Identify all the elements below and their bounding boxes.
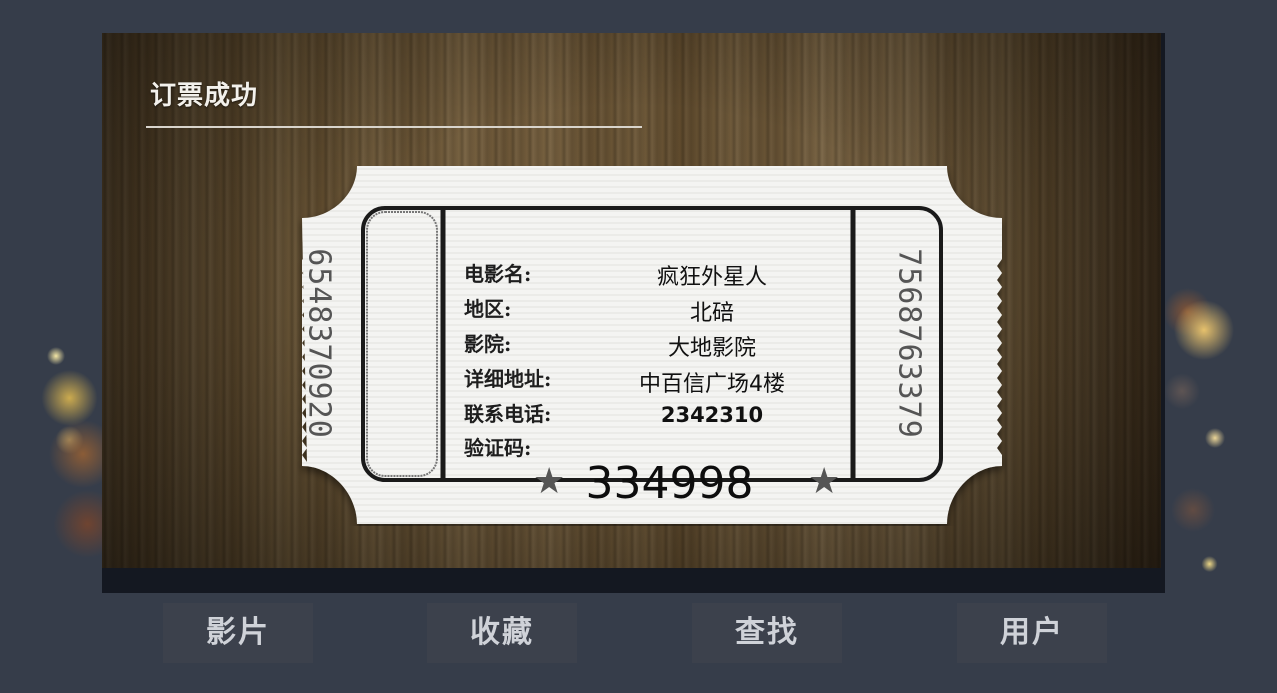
verification-code-value: 334998 [585,458,754,509]
movie-ticket: 6548370920 7568763379 电影名: 地区: 影院: 详细地址:… [297,166,1007,526]
booking-success-panel: 订票成功 6548370920 7568763379 电影名: 地区: 影院: [102,33,1165,593]
verification-code-label: 验证码: [464,436,532,460]
phone-label: 联系电话: [464,402,552,426]
movie-value: 疯狂外星人 [656,265,767,290]
ticket-stub-number-left: 6548370920 [301,248,337,439]
cinema-value: 大地影院 [667,336,756,361]
title-divider [146,126,642,128]
region-value: 北碚 [689,301,734,326]
address-value: 中百信广场4楼 [639,372,785,397]
star-icon: ★ [808,461,841,502]
nav-button-search[interactable]: 查找 [692,603,842,663]
movie-label: 电影名: [464,262,532,286]
ticket-stub-number-right: 7568763379 [891,248,927,439]
cinema-label: 影院: [464,332,512,356]
nav-button-user[interactable]: 用户 [957,603,1107,663]
address-label: 详细地址: [464,367,552,391]
star-icon: ★ [533,461,566,502]
bokeh-decoration-right [1160,240,1270,600]
page-title: 订票成功 [150,81,259,111]
nav-button-movies[interactable]: 影片 [163,603,313,663]
region-label: 地区: [464,297,512,321]
bokeh-decoration-left [20,300,110,580]
phone-value: 2342310 [660,403,764,427]
nav-button-favorites[interactable]: 收藏 [427,603,577,663]
